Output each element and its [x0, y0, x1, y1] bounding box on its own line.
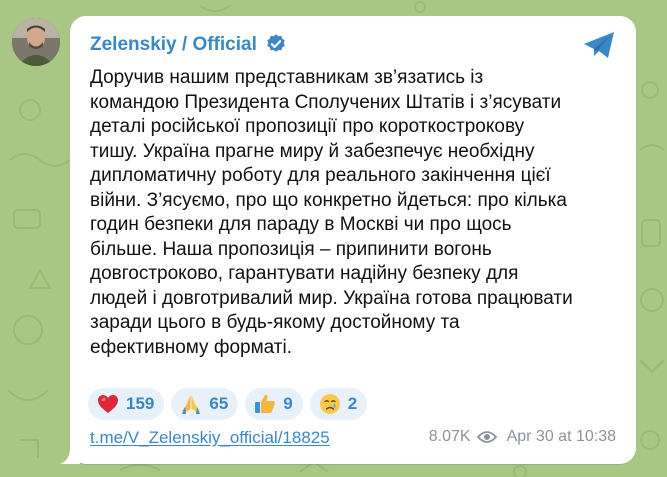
bubble-tail — [60, 448, 80, 464]
reaction-cry[interactable]: 2 — [309, 388, 368, 420]
reaction-count: 65 — [209, 394, 229, 413]
reaction-count: 9 — [283, 394, 293, 413]
reaction-count: 159 — [126, 394, 155, 413]
red-heart-icon — [98, 395, 118, 413]
message-bubble: Zelenskiy / Official Доручив нашим предс… — [70, 16, 636, 464]
reaction-pray[interactable]: 65 — [171, 388, 239, 420]
post-meta: 8.07K Apr 30 at 10:38 — [429, 428, 616, 446]
reaction-count: 2 — [347, 394, 358, 413]
avatar-photo — [12, 18, 60, 66]
reactions-bar: 159 65 9 2 — [88, 388, 368, 420]
crying-face-icon — [319, 394, 340, 414]
telegram-share-icon[interactable] — [582, 30, 616, 60]
channel-name[interactable]: Zelenskiy / Official — [90, 34, 257, 56]
verified-badge-icon — [267, 34, 285, 52]
post-link[interactable]: t.me/V_Zelenskiy_official/18825 — [90, 428, 330, 448]
message-text: Доручив нашим представникам зв’язатись і… — [90, 67, 573, 358]
reaction-thumbs-up[interactable]: 9 — [245, 388, 303, 420]
thumbs-up-icon — [255, 394, 276, 413]
folded-hands-icon — [182, 395, 201, 414]
post-date: Apr 30 at 10:38 — [506, 428, 616, 445]
views-count: 8.07K — [428, 428, 471, 445]
eye-icon — [476, 431, 497, 443]
reaction-heart[interactable]: 159 — [88, 388, 165, 420]
channel-avatar[interactable] — [12, 18, 60, 66]
